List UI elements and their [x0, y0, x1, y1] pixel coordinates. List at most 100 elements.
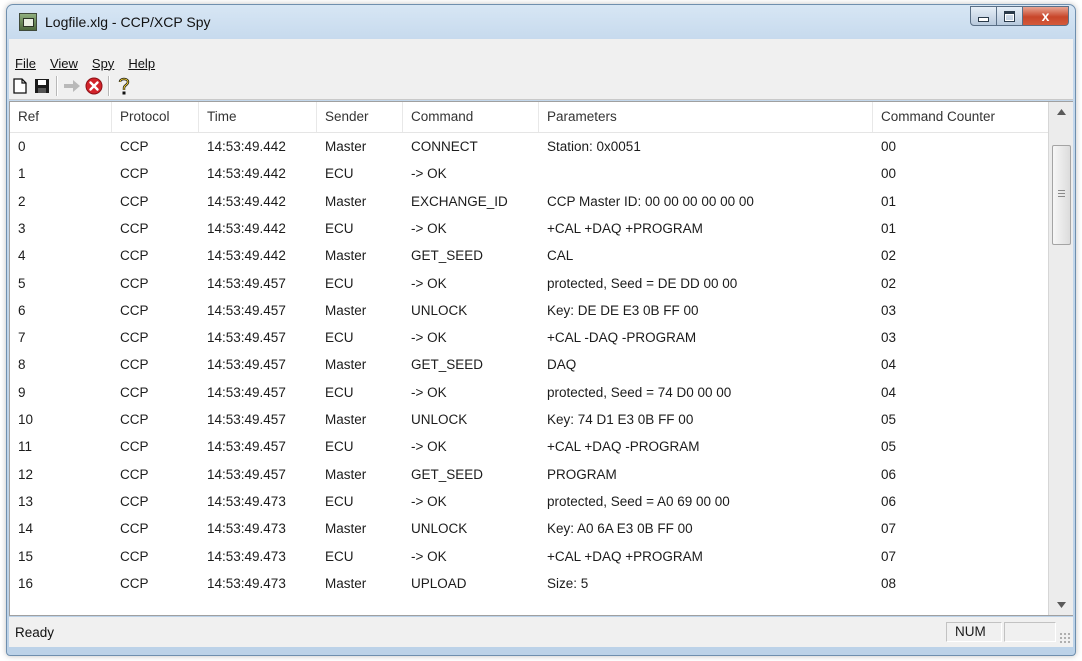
cell-sender: Master [325, 521, 367, 537]
cell-time: 14:53:49.473 [207, 548, 286, 564]
cell-ref: 6 [18, 302, 26, 318]
cell-parameters: +CAL -DAQ -PROGRAM [547, 330, 697, 346]
table-row[interactable]: 15 CCP 14:53:49.473 ECU -> OK +CAL +DAQ +PRO… [10, 543, 1055, 570]
column-header-ref[interactable]: Ref [10, 102, 112, 132]
cell-ref: 0 [18, 139, 26, 154]
app-icon[interactable] [19, 13, 37, 31]
table-row[interactable]: 16 CCP 14:53:49.473 Master UPLOAD Size: 5 08 [10, 570, 1055, 597]
cell-parameters: PROGRAM [547, 466, 617, 482]
maximize-button[interactable] [997, 6, 1023, 26]
cell-parameters: CAL [547, 248, 574, 264]
status-panel-empty [1004, 622, 1056, 642]
table-row[interactable]: 10 CCP 14:53:49.457 Master UNLOCK Key: 74 D1 … [10, 406, 1055, 433]
table-row[interactable]: 13 CCP 14:53:49.473 ECU -> OK protected, See… [10, 488, 1055, 515]
table-row[interactable]: 12 CCP 14:53:49.457 Master GET_SEED PROGRAM 06 [10, 461, 1055, 488]
log-list[interactable]: Ref Protocol Time Sender Command Paramet… [9, 101, 1073, 616]
table-row[interactable]: 11 CCP 14:53:49.457 ECU -> OK +CAL +DAQ -PRO… [10, 433, 1055, 460]
table-row[interactable]: 1 CCP 14:53:49.442 ECU -> OK 00 [10, 160, 1055, 187]
cell-sender: ECU [325, 330, 354, 346]
cell-time: 14:53:49.442 [207, 193, 286, 209]
cell-protocol: CCP [120, 139, 149, 154]
column-header-time[interactable]: Time [199, 102, 317, 132]
window-title: Logfile.xlg - CCP/XCP Spy [45, 14, 211, 30]
cell-protocol: CCP [120, 357, 149, 373]
cell-parameters: Size: 5 [547, 575, 589, 591]
table-row[interactable]: 4 CCP 14:53:49.442 Master GET_SEED CAL 02 [10, 242, 1055, 269]
scroll-up-button[interactable] [1049, 102, 1073, 122]
save-button[interactable] [31, 75, 53, 97]
menu-help-label: Help [128, 55, 156, 71]
start-button[interactable] [61, 75, 83, 97]
close-button[interactable]: x [1023, 6, 1069, 26]
scroll-grip-icon [1058, 190, 1065, 198]
cell-ref: 2 [18, 193, 26, 209]
cell-time: 14:53:49.473 [207, 575, 286, 591]
cell-ref: 14 [18, 521, 34, 537]
table-row[interactable]: 2 CCP 14:53:49.442 Master EXCHANGE_ID CCP Mas… [10, 188, 1055, 215]
cell-parameters: Key: DE DE E3 0B FF 00 [547, 302, 699, 318]
status-bar: Ready NUM [9, 617, 1073, 647]
resize-grip-icon[interactable] [1059, 632, 1071, 644]
cell-command-counter: 02 [881, 275, 897, 291]
column-header-parameters[interactable]: Parameters [539, 102, 873, 132]
title-bar[interactable]: Logfile.xlg - CCP/XCP Spy x [7, 5, 1075, 39]
table-row[interactable]: 9 CCP 14:53:49.457 ECU -> OK protected, Seed… [10, 379, 1055, 406]
cell-time: 14:53:49.457 [207, 302, 286, 318]
cell-command: UNLOCK [411, 521, 468, 537]
menu-file[interactable]: File [9, 56, 43, 71]
cell-command: -> OK [411, 166, 447, 182]
scroll-thumb[interactable] [1052, 145, 1071, 245]
cell-command: CONNECT [411, 139, 478, 154]
column-header-sender[interactable]: Sender [317, 102, 403, 132]
status-text: Ready [15, 624, 55, 640]
table-row[interactable]: 3 CCP 14:53:49.442 ECU -> OK +CAL +DAQ +PROG… [10, 215, 1055, 242]
menu-view[interactable]: View [43, 56, 85, 71]
help-icon [118, 77, 130, 95]
cell-time: 14:53:49.457 [207, 357, 286, 373]
cell-command: -> OK [411, 384, 447, 400]
cell-command-counter: 07 [881, 521, 897, 537]
cell-ref: 8 [18, 357, 26, 373]
new-file-button[interactable] [9, 75, 31, 97]
cell-sender: Master [325, 575, 367, 591]
cell-command-counter: 02 [881, 248, 897, 264]
vertical-scrollbar[interactable] [1048, 102, 1073, 615]
cell-command: -> OK [411, 548, 447, 564]
cell-parameters: DAQ [547, 357, 577, 373]
cell-sender: ECU [325, 166, 354, 182]
menu-help[interactable]: Help [121, 56, 162, 71]
cell-command-counter: 05 [881, 439, 897, 455]
menu-spy[interactable]: Spy [85, 56, 121, 71]
help-button[interactable] [113, 75, 135, 97]
table-row[interactable]: 8 CCP 14:53:49.457 Master GET_SEED DAQ 04 [10, 351, 1055, 378]
minimize-button[interactable] [970, 6, 997, 26]
table-row[interactable]: 0 CCP 14:53:49.442 Master CONNECT Station: 0x… [10, 133, 1055, 160]
cell-time: 14:53:49.442 [207, 166, 286, 182]
cell-parameters: protected, Seed = 74 D0 00 00 [547, 384, 732, 400]
scroll-down-button[interactable] [1049, 595, 1073, 615]
cell-time: 14:53:49.457 [207, 330, 286, 346]
column-header-command[interactable]: Command [403, 102, 539, 132]
scroll-up-icon [1056, 109, 1066, 115]
cell-command: -> OK [411, 330, 447, 346]
cell-command-counter: 00 [881, 139, 897, 154]
list-header: Ref Protocol Time Sender Command Paramet… [10, 102, 1055, 133]
cell-ref: 11 [18, 439, 33, 455]
cell-ref: 12 [18, 466, 34, 482]
cell-command-counter: 03 [881, 302, 897, 318]
stop-button[interactable] [83, 75, 105, 97]
cell-sender: Master [325, 193, 367, 209]
column-header-protocol[interactable]: Protocol [112, 102, 199, 132]
start-arrow-icon [64, 80, 80, 92]
menu-spy-label: Spy [91, 55, 115, 71]
column-header-command-counter[interactable]: Command Counter [873, 102, 1055, 132]
table-row[interactable]: 6 CCP 14:53:49.457 Master UNLOCK Key: DE DE E… [10, 297, 1055, 324]
cell-ref: 10 [18, 412, 34, 427]
table-row[interactable]: 7 CCP 14:53:49.457 ECU -> OK +CAL -DAQ -PROG… [10, 324, 1055, 351]
table-row[interactable]: 5 CCP 14:53:49.457 ECU -> OK protected, Seed… [10, 270, 1055, 297]
cell-ref: 15 [18, 548, 34, 564]
cell-command-counter: 04 [881, 384, 897, 400]
cell-sender: Master [325, 248, 367, 264]
table-row[interactable]: 14 CCP 14:53:49.473 Master UNLOCK Key: A0 6A … [10, 515, 1055, 542]
cell-protocol: CCP [120, 166, 149, 182]
